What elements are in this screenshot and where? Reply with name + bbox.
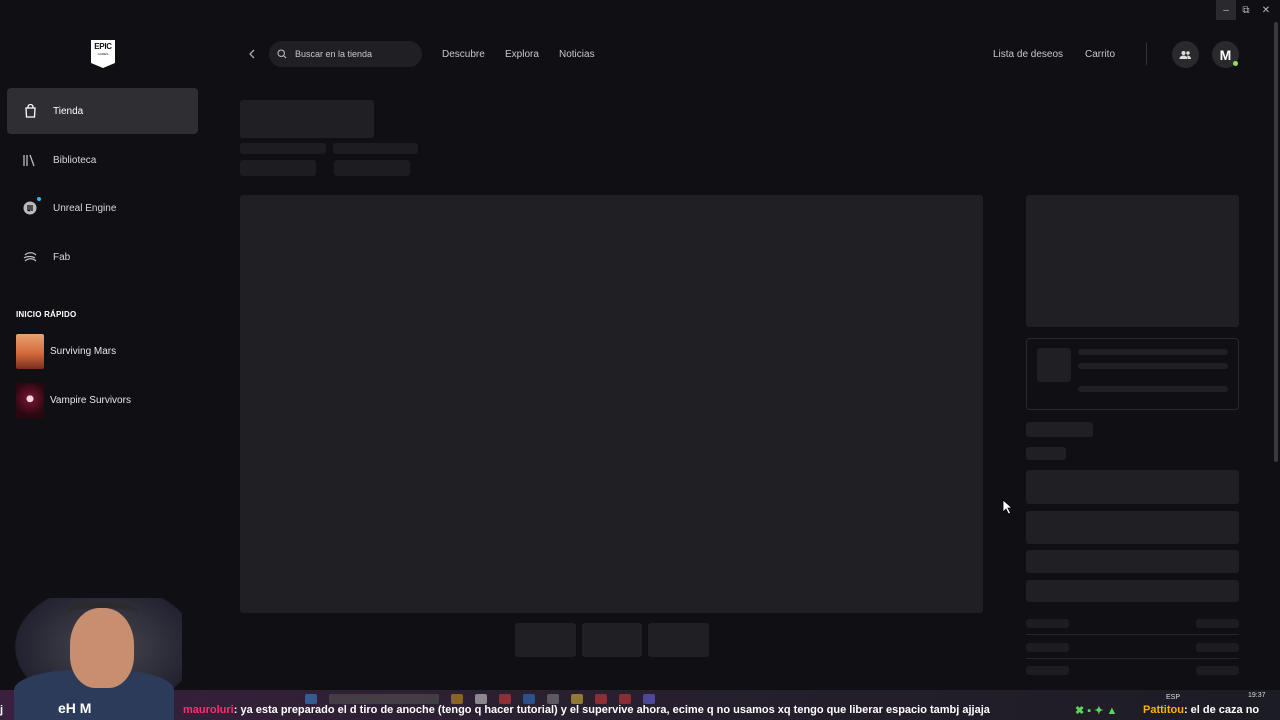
quick-start-title: INICIO RÁPIDO xyxy=(16,310,77,319)
close-button[interactable]: ✕ xyxy=(1256,0,1276,20)
app-icon xyxy=(595,694,607,704)
skeleton-line xyxy=(1026,422,1093,437)
app-icon xyxy=(475,694,487,704)
quick-start-vampire-survivors[interactable]: Vampire Survivors xyxy=(16,383,131,418)
app-icon xyxy=(619,694,631,704)
chat-message-1: mauroluri: ya esta preparado el d tiro d… xyxy=(183,704,990,716)
skeleton-side-logo xyxy=(1026,195,1239,327)
chat-prefix: j xyxy=(0,704,4,716)
skeleton-line xyxy=(1026,643,1069,652)
search-input[interactable]: Buscar en la tienda xyxy=(269,41,422,67)
cart-link[interactable]: Carrito xyxy=(1085,49,1115,60)
folder-icon xyxy=(571,694,583,704)
quick-start-surviving-mars[interactable]: Surviving Mars xyxy=(16,334,116,369)
search-placeholder: Buscar en la tienda xyxy=(295,49,373,59)
nav-descubre[interactable]: Descubre xyxy=(442,49,485,60)
app-icon xyxy=(451,694,463,704)
sidebar-item-label: Fab xyxy=(53,251,71,263)
divider xyxy=(1026,658,1239,659)
skeleton-thumb xyxy=(648,623,709,657)
game-title: Vampire Survivors xyxy=(50,395,131,406)
nav-explora[interactable]: Explora xyxy=(505,49,539,60)
taskbar-search-icon xyxy=(329,694,439,704)
divider xyxy=(1026,634,1239,635)
skeleton-line xyxy=(334,160,410,176)
friends-button[interactable] xyxy=(1172,41,1199,68)
bag-icon xyxy=(23,104,37,118)
chat-text: : ya esta preparado el d tiro de anoche … xyxy=(233,704,990,716)
logo-text: EPIC xyxy=(94,42,112,51)
skeleton-line xyxy=(1026,619,1069,628)
skeleton-button xyxy=(1026,580,1239,602)
chevron-left-icon xyxy=(249,49,255,59)
app-icon xyxy=(643,694,655,704)
skeleton-button xyxy=(1026,470,1239,504)
game-thumbnail xyxy=(16,383,44,418)
sidebar-item-biblioteca[interactable]: Biblioteca xyxy=(7,137,198,183)
sidebar-item-label: Biblioteca xyxy=(53,154,97,166)
app-icon xyxy=(523,694,535,704)
nav-noticias[interactable]: Noticias xyxy=(559,49,595,60)
minimize-button[interactable]: – xyxy=(1216,0,1236,20)
logo-subtext: GAMES xyxy=(97,52,109,56)
game-thumbnail xyxy=(16,334,44,369)
chat-username: Pattitou xyxy=(1143,704,1184,716)
skeleton-line xyxy=(1078,386,1228,392)
skeleton-line xyxy=(1078,349,1228,355)
skeleton-thumb xyxy=(515,623,576,657)
chat-text: : el de caza no xyxy=(1183,704,1260,716)
library-icon xyxy=(23,153,37,167)
skeleton-line xyxy=(1026,666,1069,675)
skeleton-line xyxy=(333,143,418,154)
unreal-icon xyxy=(23,197,41,215)
skeleton-card-image xyxy=(1037,348,1071,382)
skeleton-line xyxy=(240,143,326,154)
fab-icon xyxy=(23,250,37,264)
skeleton-line xyxy=(1196,619,1239,628)
app-icon xyxy=(547,694,559,704)
skeleton-title xyxy=(240,100,374,138)
friends-icon xyxy=(1179,50,1191,59)
notification-dot xyxy=(37,197,41,201)
skeleton-line xyxy=(1078,363,1228,369)
maximize-button[interactable]: ⧉ xyxy=(1236,0,1256,20)
search-icon xyxy=(277,49,287,59)
sidebar-item-unreal-engine[interactable]: Unreal Engine xyxy=(7,185,198,231)
skeleton-line xyxy=(1196,666,1239,675)
skeleton-line xyxy=(1026,447,1066,460)
mouse-cursor-icon xyxy=(1002,499,1014,515)
skeleton-thumb xyxy=(582,623,642,657)
chat-message-2: Pattitou: el de caza no xyxy=(1143,704,1259,716)
webcam-headphones xyxy=(66,602,138,632)
back-button[interactable] xyxy=(245,47,259,61)
scrollbar[interactable] xyxy=(1274,22,1278,462)
divider xyxy=(1146,43,1147,65)
start-icon xyxy=(305,694,317,704)
online-status-indicator xyxy=(1233,61,1238,66)
chat-emotes: ✖ ▪ ✦ ▲ xyxy=(1075,705,1118,717)
skeleton-button xyxy=(1026,550,1239,573)
skeleton-card xyxy=(1026,338,1239,410)
skeleton-line xyxy=(240,160,316,176)
language-indicator: ESP xyxy=(1166,694,1181,701)
taskbar-clock: 19:37 xyxy=(1248,692,1266,699)
sidebar-item-label: Tienda xyxy=(53,105,84,117)
wishlist-link[interactable]: Lista de deseos xyxy=(993,49,1063,60)
epic-games-logo[interactable]: EPIC GAMES xyxy=(91,40,115,68)
chat-username: mauroluri xyxy=(183,704,234,716)
app-icon xyxy=(499,694,511,704)
skeleton-hero-media xyxy=(240,195,983,613)
sidebar-item-tienda[interactable]: Tienda xyxy=(7,88,198,134)
skeleton-button xyxy=(1026,511,1239,544)
sidebar-item-fab[interactable]: Fab xyxy=(7,234,198,280)
skeleton-line xyxy=(1196,643,1239,652)
game-title: Surviving Mars xyxy=(50,346,117,357)
sidebar-item-label: Unreal Engine xyxy=(53,202,117,214)
shirt-text: eH M xyxy=(58,700,92,716)
taskbar-icons xyxy=(305,694,655,704)
